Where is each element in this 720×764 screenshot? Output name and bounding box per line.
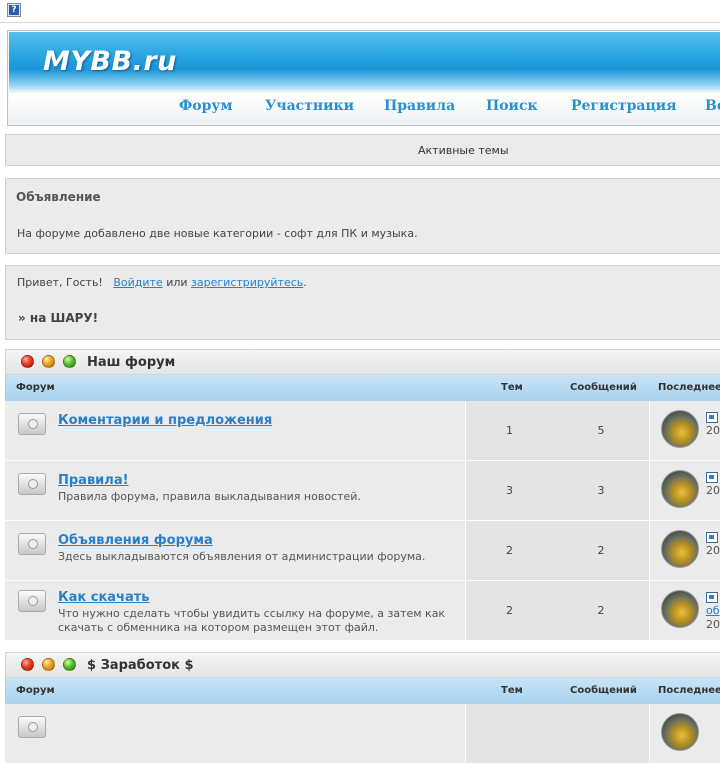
nav-search[interactable]: Поиск: [486, 98, 538, 114]
column-header-row: Форум Тем Сообщений Последнее: [5, 678, 720, 704]
welcome-line: Привет, Гость! Войдите или зарегистрируй…: [17, 276, 307, 289]
nav-rules[interactable]: Правила: [384, 98, 455, 114]
col-messages: Сообщений: [570, 382, 637, 393]
minimize-dot-icon[interactable]: [42, 658, 55, 671]
forum-description: Правила форума, правила выкладывания нов…: [58, 490, 361, 503]
nav-members[interactable]: Участники: [265, 98, 354, 114]
col-forum: Форум: [16, 382, 55, 393]
expand-dot-icon[interactable]: [63, 658, 76, 671]
last-post-icon[interactable]: [706, 592, 718, 603]
avatar[interactable]: [661, 530, 699, 568]
top-divider: [0, 22, 720, 23]
site-header: MYBB.ru Форум Участники Правила Поиск Ре…: [7, 30, 720, 126]
close-dot-icon[interactable]: [21, 355, 34, 368]
forum-topics-count: 2: [506, 544, 513, 557]
col-topics: Тем: [501, 685, 523, 696]
nav-forum[interactable]: Форум: [179, 98, 233, 114]
last-post-icon[interactable]: [706, 472, 718, 483]
forum-messages-count: 2: [597, 544, 605, 557]
forum-messages-count: 2: [597, 604, 605, 617]
forum-link[interactable]: Правила!: [58, 473, 129, 488]
forum-link[interactable]: Объявления форума: [58, 533, 213, 548]
welcome-or: или: [166, 276, 188, 289]
nav-more[interactable]: Во: [705, 98, 720, 114]
welcome-box: Привет, Гость! Войдите или зарегистрируй…: [5, 265, 720, 340]
forum-row: [5, 704, 720, 764]
forum-icon: [18, 413, 46, 435]
forum-row: Правила! Правила форума, правила выклады…: [5, 461, 720, 521]
forum-description: Здесь выкладываются объявления от админи…: [58, 550, 426, 563]
forum-icon: [18, 590, 46, 612]
forum-icon: [18, 533, 46, 555]
category-earnings: $ Заработок $ Форум Тем Сообщений Послед…: [5, 652, 720, 764]
site-tagline: » на ШАРУ!: [18, 311, 99, 325]
header-banner: MYBB.ru: [9, 32, 720, 92]
last-post-link[interactable]: об: [706, 604, 720, 617]
forum-messages-count: 3: [597, 484, 605, 497]
avatar[interactable]: [661, 470, 699, 508]
close-dot-icon[interactable]: [21, 658, 34, 671]
expand-dot-icon[interactable]: [63, 355, 76, 368]
col-forum: Форум: [16, 685, 55, 696]
welcome-greeting: Привет, Гость!: [17, 276, 103, 289]
welcome-period: .: [303, 276, 307, 289]
col-last-post: Последнее: [658, 685, 720, 696]
avatar[interactable]: [661, 410, 699, 448]
register-link[interactable]: зарегистрируйтесь: [191, 276, 303, 289]
col-last-post: Последнее: [658, 382, 720, 393]
minimize-dot-icon[interactable]: [42, 355, 55, 368]
category-header[interactable]: $ Заработок $: [5, 652, 720, 678]
active-topics-bar: Активные темы: [5, 134, 720, 166]
last-post-date: 200: [706, 544, 720, 557]
avatar[interactable]: [661, 713, 699, 751]
active-topics-link[interactable]: Активные темы: [418, 144, 509, 157]
col-messages: Сообщений: [570, 685, 637, 696]
col-topics: Тем: [501, 382, 523, 393]
forum-icon: [18, 716, 46, 738]
forum-description: Что нужно сделать чтобы увидить ссылку н…: [58, 607, 446, 634]
nav-register[interactable]: Регистрация: [571, 98, 677, 114]
forum-topics-count: 3: [506, 484, 513, 497]
forum-row: Объявления форума Здесь выкладываются об…: [5, 521, 720, 581]
login-link[interactable]: Войдите: [113, 276, 162, 289]
main-nav: Форум Участники Правила Поиск Регистраци…: [9, 93, 720, 125]
avatar[interactable]: [661, 590, 699, 628]
last-post-date: 200: [706, 484, 720, 497]
category-our-forum: Наш форум Форум Тем Сообщений Последнее …: [5, 349, 720, 641]
announcement-title: Объявление: [16, 190, 101, 204]
last-post-icon[interactable]: [706, 532, 718, 543]
forum-topics-count: 1: [506, 424, 513, 437]
category-header[interactable]: Наш форум: [5, 349, 720, 375]
category-title: Наш форум: [87, 355, 176, 370]
last-post-date: 200: [706, 424, 720, 437]
column-header-row: Форум Тем Сообщений Последнее: [5, 375, 720, 401]
last-post-icon[interactable]: [706, 412, 718, 423]
forum-topics-count: 2: [506, 604, 513, 617]
help-icon[interactable]: ?: [7, 3, 21, 17]
category-title: $ Заработок $: [87, 658, 194, 673]
forum-link[interactable]: Коментарии и предложения: [58, 413, 272, 428]
announcement-box: Объявление На форуме добавлено две новые…: [5, 178, 720, 254]
forum-row: Коментарии и предложения 1 5 200: [5, 401, 720, 461]
forum-link[interactable]: Как скачать: [58, 590, 150, 605]
forum-row: Как скачать Что нужно сделать чтобы увид…: [5, 581, 720, 641]
announcement-text: На форуме добавлено две новые категории …: [17, 227, 418, 240]
forum-icon: [18, 473, 46, 495]
last-post-date: 200: [706, 618, 720, 631]
site-logo[interactable]: MYBB.ru: [43, 46, 177, 77]
forum-messages-count: 5: [597, 424, 605, 437]
